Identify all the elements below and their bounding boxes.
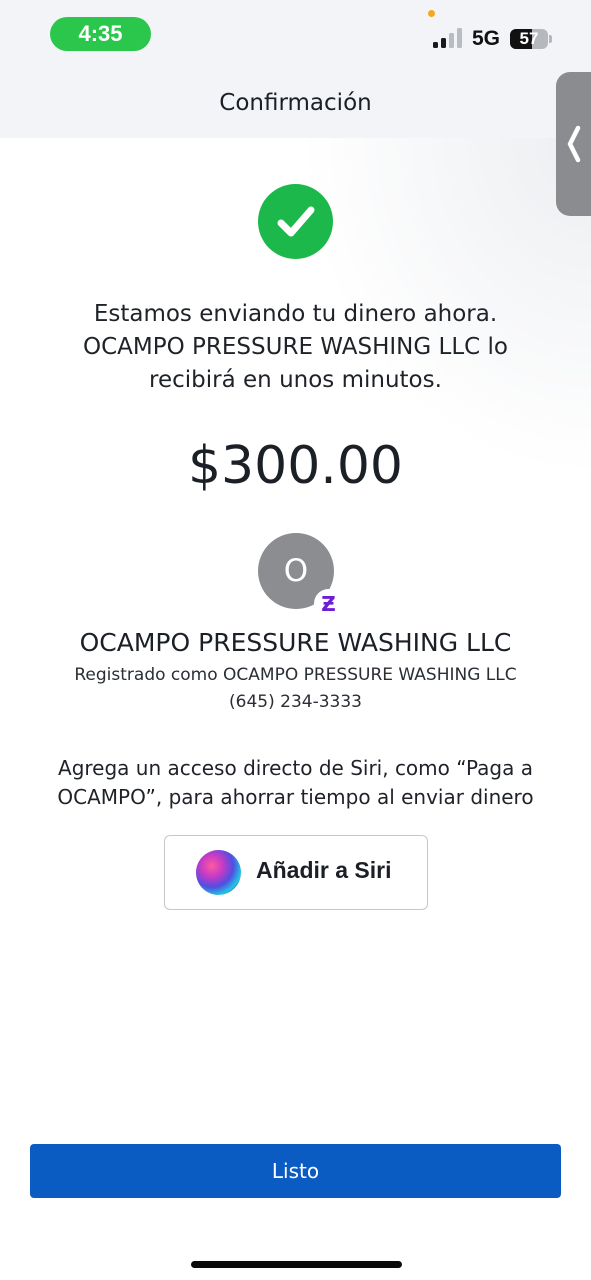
confirmation-message: Estamos enviando tu dinero ahora. OCAMPO… (83, 301, 508, 393)
check-icon (277, 206, 314, 236)
page-title: Confirmación (219, 90, 372, 116)
side-panel-tab[interactable] (556, 72, 591, 216)
success-check (258, 184, 333, 259)
privacy-indicator-dot (428, 10, 435, 17)
network-type: 5G (472, 27, 501, 50)
recipient-name: OCAMPO PRESSURE WASHING LLC (79, 628, 512, 657)
signal-icon (433, 28, 463, 48)
siri-icon (196, 850, 241, 895)
battery-icon: 57 (510, 29, 548, 49)
battery-level: 57 (519, 29, 539, 48)
done-button[interactable]: Listo (30, 1144, 561, 1198)
status-time: 4:35 (50, 17, 151, 51)
payment-amount: $300.00 (187, 436, 404, 496)
add-to-siri-label: Añadir a Siri (256, 857, 392, 883)
zelle-icon: Ƶ (314, 589, 343, 618)
chevron-left-icon (567, 125, 580, 163)
battery-tip (549, 35, 552, 43)
add-to-siri-button[interactable]: Añadir a Siri (164, 835, 428, 910)
siri-shortcut-description: Agrega un acceso directo de Siri, como “… (57, 756, 534, 809)
avatar-initial: O (283, 553, 309, 589)
home-indicator (191, 1261, 402, 1268)
recipient-registered-as: Registrado como OCAMPO PRESSURE WASHING … (74, 665, 517, 685)
recipient-phone: (645) 234-3333 (229, 692, 362, 712)
